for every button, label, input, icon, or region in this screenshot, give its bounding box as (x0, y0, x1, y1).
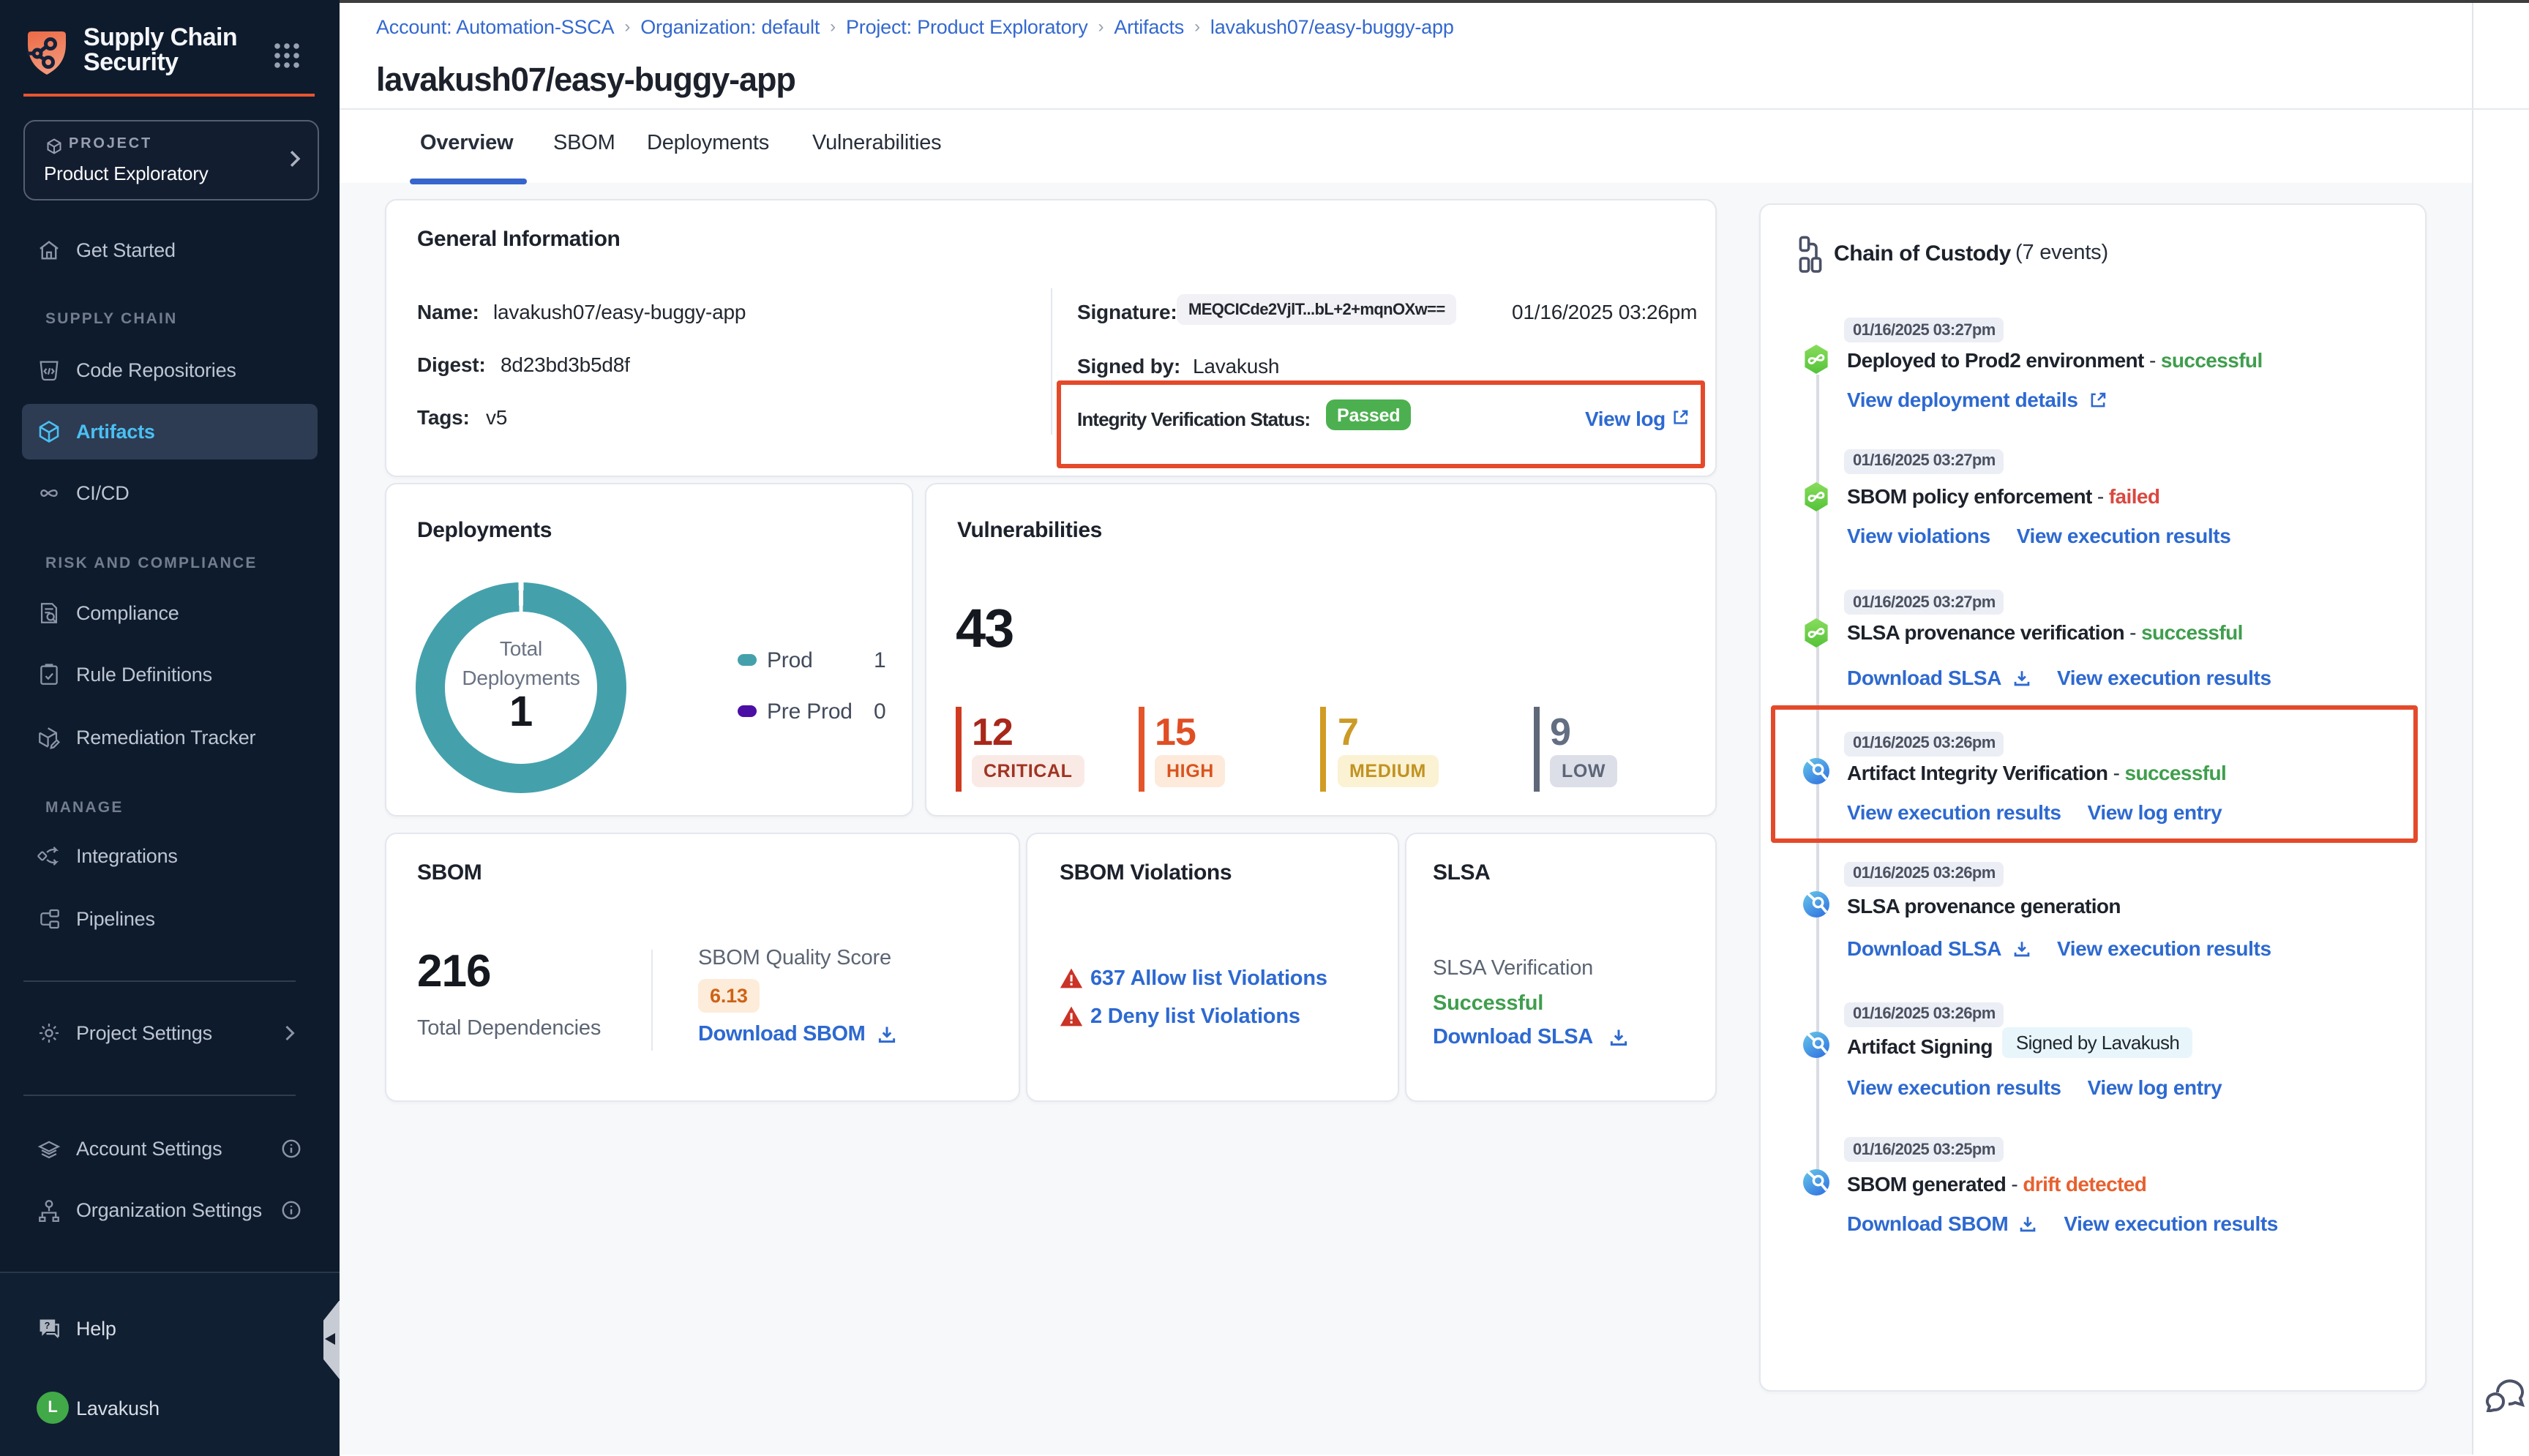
svg-text:?: ? (45, 1320, 50, 1331)
